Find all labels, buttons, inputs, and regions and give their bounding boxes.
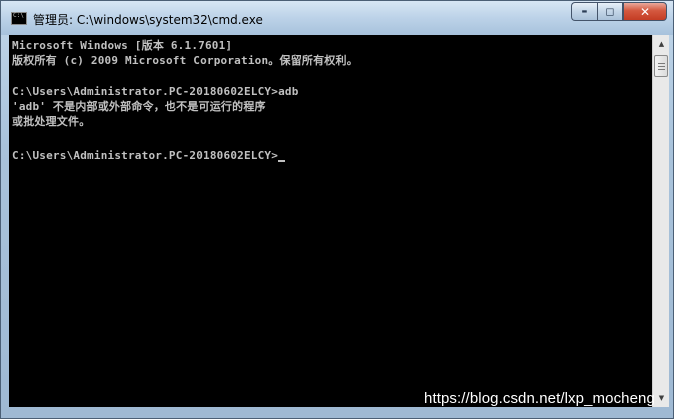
minimize-icon: ▬ — [581, 8, 588, 15]
thumb-grip — [658, 69, 665, 70]
window-title: 管理员: C:\windows\system32\cmd.exe — [33, 13, 263, 27]
prompt-text: C:\Users\Administrator.PC-20180602ELCY> — [12, 149, 279, 162]
watermark: https://blog.csdn.net/lxp_mocheng — [424, 390, 655, 407]
console-line: 'adb' 不是内部或外部命令，也不是可运行的程序 — [12, 100, 266, 113]
scroll-thumb[interactable] — [654, 55, 668, 77]
minimize-button[interactable]: ▬ — [571, 2, 597, 21]
cmd-window: C:\ 管理员: C:\windows\system32\cmd.exe ▬ ◻… — [0, 0, 674, 419]
console-line: C:\Users\Administrator.PC-20180602ELCY>a… — [12, 85, 299, 98]
scroll-up-arrow-icon[interactable]: ▲ — [654, 36, 669, 52]
console-line: 版权所有 (c) 2009 Microsoft Corporation。保留所有… — [12, 54, 358, 67]
window-bottom-frame — [9, 407, 669, 419]
command-prompt[interactable]: C:\Users\Administrator.PC-20180602ELCY> — [12, 148, 286, 163]
close-icon: ✕ — [639, 4, 651, 19]
cmd-icon[interactable]: C:\ — [11, 12, 27, 25]
thumb-grip — [658, 66, 665, 67]
maximize-button[interactable]: ◻ — [597, 2, 623, 21]
console-line: 或批处理文件。 — [12, 115, 91, 128]
thumb-grip — [658, 63, 665, 64]
maximize-icon: ◻ — [605, 5, 615, 18]
close-button[interactable]: ✕ — [623, 2, 667, 21]
text-cursor — [278, 160, 286, 162]
title-bar[interactable]: C:\ 管理员: C:\windows\system32\cmd.exe ▬ ◻… — [1, 1, 673, 35]
console-line: Microsoft Windows [版本 6.1.7601] — [12, 39, 233, 52]
scroll-down-arrow-icon[interactable]: ▼ — [654, 390, 669, 406]
vertical-scrollbar[interactable]: ▲ ▼ — [652, 35, 669, 407]
caption-buttons: ▬ ◻ ✕ — [571, 2, 667, 22]
console-output[interactable]: Microsoft Windows [版本 6.1.7601] 版权所有 (c)… — [9, 35, 652, 407]
